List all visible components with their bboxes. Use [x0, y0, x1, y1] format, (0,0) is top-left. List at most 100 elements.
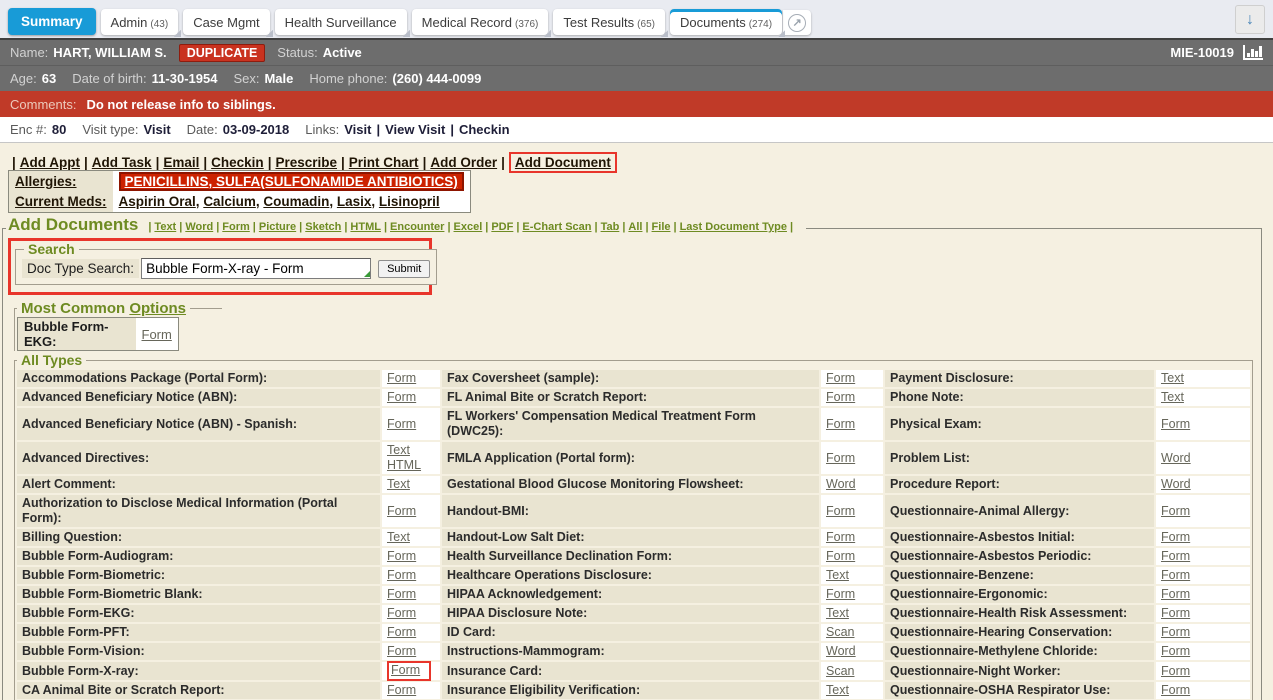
doc-link-id-card-scan[interactable]: Scan — [826, 625, 855, 639]
doc-link-advanced-directives-html[interactable]: HTML — [387, 458, 421, 472]
doc-link-questionnaire-health-risk-assessment-form[interactable]: Form — [1161, 606, 1190, 620]
doc-type-pdf[interactable]: PDF — [491, 221, 513, 233]
tab-case-mgmt[interactable]: Case Mgmt — [183, 9, 269, 35]
doc-link-ca-animal-bite-or-scratch-report-form[interactable]: Form — [387, 683, 416, 697]
options-link[interactable]: Options — [129, 300, 186, 317]
doc-type-form[interactable]: Form — [222, 221, 250, 233]
doc-type-encounter[interactable]: Encounter — [390, 221, 444, 233]
action-add-document[interactable]: Add Document — [515, 155, 611, 170]
doc-link-questionnaire-osha-respirator-use-form[interactable]: Form — [1161, 683, 1190, 697]
collapse-header-button[interactable]: ↓ — [1235, 5, 1265, 34]
flowsheet-chart-icon[interactable] — [1243, 45, 1263, 60]
documents-external-chip[interactable]: ↗ — [783, 10, 811, 35]
doc-type-excel[interactable]: Excel — [454, 221, 483, 233]
doc-link-accommodations-package-portal-form-form[interactable]: Form — [387, 371, 416, 385]
doc-link-procedure-report-word[interactable]: Word — [1161, 477, 1191, 491]
doc-type-e-chart-scan[interactable]: E-Chart Scan — [522, 221, 591, 233]
submit-button[interactable]: Submit — [378, 260, 430, 278]
doc-type-last-document-type[interactable]: Last Document Type — [680, 221, 787, 233]
doc-link-insurance-card-scan[interactable]: Scan — [826, 664, 855, 678]
doc-link-bubble-form-audiogram-form[interactable]: Form — [387, 549, 416, 563]
form-link-highlight-annotation: Form — [387, 661, 431, 681]
tab-documents[interactable]: Documents(274) — [670, 9, 782, 35]
action-email[interactable]: Email — [163, 155, 199, 170]
allergy-alert[interactable]: PENICILLINS, SULFA(SULFONAMIDE ANTIBIOTI… — [119, 172, 464, 191]
doc-link-bubble-form-biometric-blank-form[interactable]: Form — [387, 587, 416, 601]
doc-label: Bubble Form-EKG: — [17, 605, 380, 622]
doc-link-authorization-to-disclose-medical-information-portal-form-form[interactable]: Form — [387, 504, 416, 518]
doc-link-bubble-form-x-ray-form[interactable]: Form — [391, 663, 420, 677]
doc-link-questionnaire-methylene-chloride-form[interactable]: Form — [1161, 644, 1190, 658]
action-add-task[interactable]: Add Task — [92, 155, 152, 170]
doc-type-file[interactable]: File — [652, 221, 671, 233]
doc-link-insurance-eligibility-verification-text[interactable]: Text — [826, 683, 849, 697]
doc-link-alert-comment-text[interactable]: Text — [387, 477, 410, 491]
encounter-link-view-visit[interactable]: View Visit — [385, 122, 445, 137]
doc-link-advanced-directives-text[interactable]: Text — [387, 443, 410, 457]
doc-link-physical-exam-form[interactable]: Form — [1161, 417, 1190, 431]
doc-link-gestational-blood-glucose-monitoring-flowsheet-word[interactable]: Word — [826, 477, 856, 491]
med-coumadin[interactable]: Coumadin — [263, 194, 329, 209]
doc-type-picture[interactable]: Picture — [259, 221, 296, 233]
doc-link-hipaa-acknowledgement-form[interactable]: Form — [826, 587, 855, 601]
doc-link-questionnaire-ergonomic-form[interactable]: Form — [1161, 587, 1190, 601]
doc-link-hipaa-disclosure-note-text[interactable]: Text — [826, 606, 849, 620]
doc-type-word[interactable]: Word — [185, 221, 213, 233]
tab-test-results[interactable]: Test Results(65) — [553, 9, 665, 35]
med-calcium[interactable]: Calcium — [203, 194, 256, 209]
doc-link-handout-low-salt-diet-form[interactable]: Form — [826, 530, 855, 544]
doc-link-handout-bmi-form[interactable]: Form — [826, 504, 855, 518]
doc-link-payment-disclosure-text[interactable]: Text — [1161, 371, 1184, 385]
action-print-chart[interactable]: Print Chart — [349, 155, 419, 170]
action-add-appt[interactable]: Add Appt — [20, 155, 80, 170]
doc-link-questionnaire-hearing-conservation-form[interactable]: Form — [1161, 625, 1190, 639]
doc-link-bubble-form-biometric-form[interactable]: Form — [387, 568, 416, 582]
doc-link-problem-list-word[interactable]: Word — [1161, 451, 1191, 465]
tab-summary[interactable]: Summary — [8, 8, 96, 35]
doc-link-fax-coversheet-sample-form[interactable]: Form — [826, 371, 855, 385]
doc-link-billing-question-text[interactable]: Text — [387, 530, 410, 544]
doc-link-questionnaire-asbestos-periodic-form[interactable]: Form — [1161, 549, 1190, 563]
doc-link-advanced-beneficiary-notice-abn-spanish-form[interactable]: Form — [387, 417, 416, 431]
doc-link-questionnaire-asbestos-initial-form[interactable]: Form — [1161, 530, 1190, 544]
doc-label: Fax Coversheet (sample): — [442, 370, 819, 387]
doc-type-sketch[interactable]: Sketch — [305, 221, 341, 233]
doc-label: Questionnaire-Health Risk Assessment: — [885, 605, 1154, 622]
action-prescribe[interactable]: Prescribe — [275, 155, 337, 170]
doc-link-questionnaire-benzene-form[interactable]: Form — [1161, 568, 1190, 582]
external-link-icon[interactable]: ↗ — [788, 14, 806, 32]
med-lisinopril[interactable]: Lisinopril — [379, 194, 440, 209]
doc-link-advanced-beneficiary-notice-abn-form[interactable]: Form — [387, 390, 416, 404]
doc-link-questionnaire-animal-allergy-form[interactable]: Form — [1161, 504, 1190, 518]
action-add-order[interactable]: Add Order — [430, 155, 497, 170]
doc-link-healthcare-operations-disclosure-text[interactable]: Text — [826, 568, 849, 582]
doc-link-cell: Form — [821, 529, 883, 546]
doc-link-fmla-application-portal-form-form[interactable]: Form — [826, 451, 855, 465]
doc-link-bubble-form-pft-form[interactable]: Form — [387, 625, 416, 639]
encounter-link-visit[interactable]: Visit — [344, 122, 371, 137]
doc-link-bubble-form-ekg-form[interactable]: Form — [142, 327, 172, 342]
doc-type-text[interactable]: Text — [154, 221, 176, 233]
tab-health-surveillance[interactable]: Health Surveillance — [275, 9, 407, 35]
doc-link-instructions-mammogram-word[interactable]: Word — [826, 644, 856, 658]
encounter-link-checkin[interactable]: Checkin — [459, 122, 510, 137]
doc-type-search-input[interactable] — [141, 258, 371, 279]
current-meds-link[interactable]: Current Meds: — [15, 194, 107, 209]
med-aspirin-oral[interactable]: Aspirin Oral — [119, 194, 196, 209]
doc-link-fl-animal-bite-or-scratch-report-form[interactable]: Form — [826, 390, 855, 404]
med-lasix[interactable]: Lasix — [337, 194, 372, 209]
doc-type-all[interactable]: All — [628, 221, 642, 233]
doc-type-html[interactable]: HTML — [350, 221, 381, 233]
allergies-link[interactable]: Allergies: — [15, 174, 77, 189]
doc-link-health-surveillance-declination-form-form[interactable]: Form — [826, 549, 855, 563]
doc-link-bubble-form-vision-form[interactable]: Form — [387, 644, 416, 658]
tab-admin[interactable]: Admin(43) — [101, 9, 179, 35]
doc-link-questionnaire-night-worker-form[interactable]: Form — [1161, 664, 1190, 678]
tab-medical-record[interactable]: Medical Record(376) — [412, 9, 549, 35]
doc-link-phone-note-text[interactable]: Text — [1161, 390, 1184, 404]
doc-link-bubble-form-ekg-form[interactable]: Form — [387, 606, 416, 620]
doc-type-tab[interactable]: Tab — [601, 221, 620, 233]
doc-link-fl-workers-compensation-medical-treatment-form-dwc25-form[interactable]: Form — [826, 417, 855, 431]
action-checkin[interactable]: Checkin — [211, 155, 264, 170]
doc-label: Advanced Directives: — [17, 442, 380, 474]
